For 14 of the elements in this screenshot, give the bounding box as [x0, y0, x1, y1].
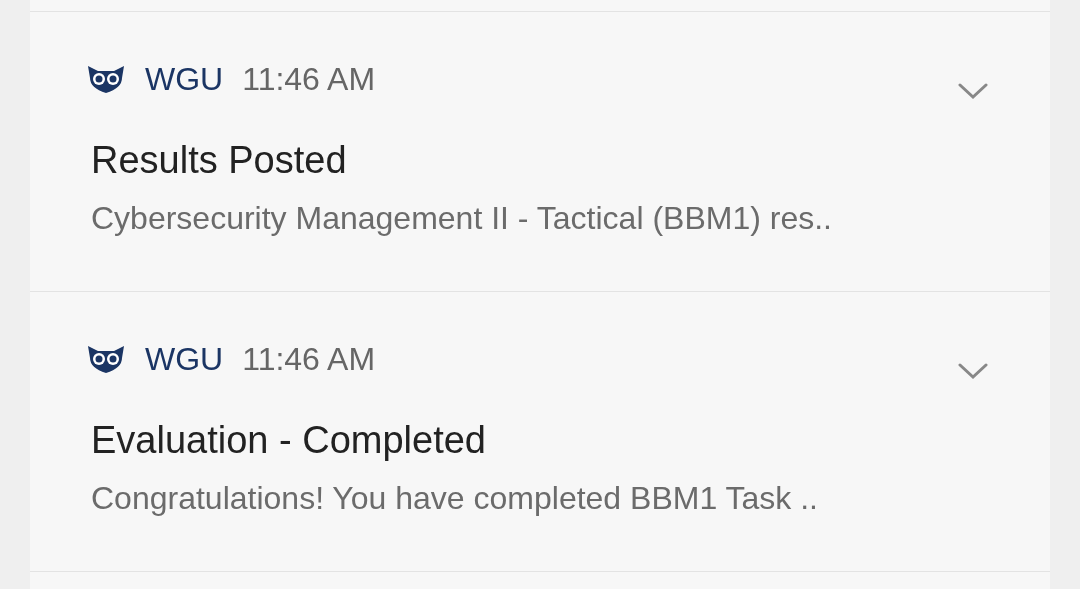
owl-icon — [86, 64, 126, 94]
chevron-icon[interactable] — [958, 82, 988, 100]
notification-time: 11:46 AM — [242, 60, 376, 98]
notification-text: Congratulations! You have completed BBM1 Task .. — [91, 480, 819, 517]
app-name: WGU — [145, 340, 224, 378]
chevron-icon[interactable] — [958, 362, 988, 380]
notification-card[interactable]: WGU 11:46 AM Evaluation - Completed Congratulations! You have completed BBM1 Task .. — [30, 292, 1050, 572]
notification-card[interactable]: WGU 11:46 AM Results Posted Cybersecurity Management II - Tactical (BBM1) res.. — [30, 12, 1050, 292]
notification-title: Results Posted — [91, 139, 348, 182]
notification-text: Cybersecurity Management II - Tactical (BBM1) res.. — [91, 200, 833, 237]
notification-title: Evaluation - Completed — [91, 419, 487, 462]
notification-time: 11:46 AM — [242, 340, 376, 378]
app-name: WGU — [145, 60, 224, 98]
owl-icon — [86, 344, 126, 374]
